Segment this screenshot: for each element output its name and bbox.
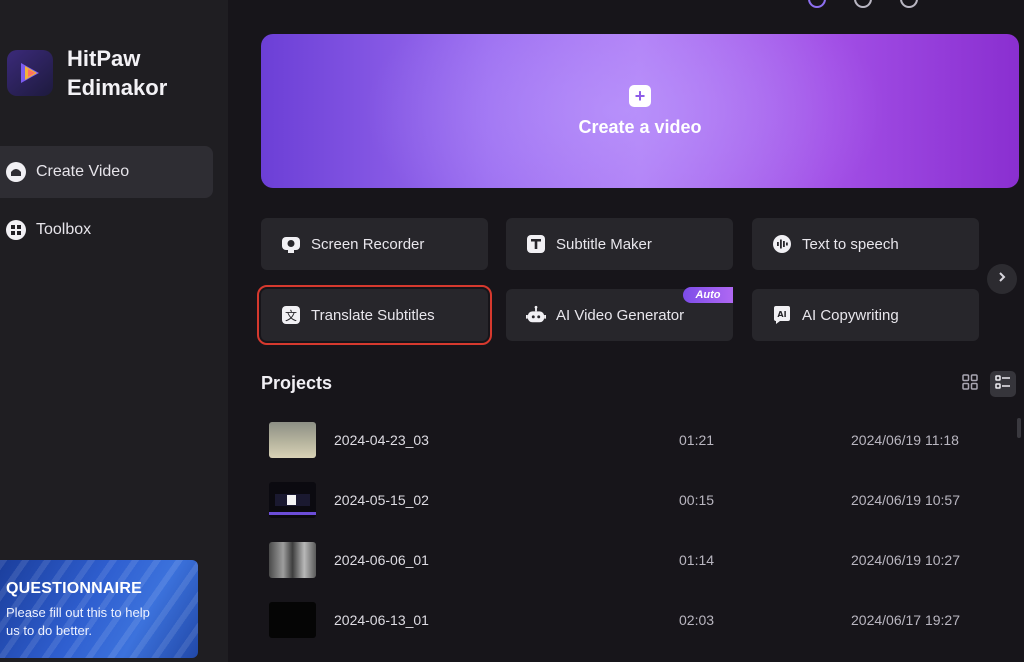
table-row[interactable]: 2024-05-15_02 00:15 2024/06/19 10:57 [269, 482, 1009, 522]
project-modified: 2024/06/17 19:27 [851, 612, 960, 628]
projects-heading: Projects [261, 373, 333, 393]
plus-icon: + [629, 84, 651, 107]
sidebar-item-toolbox[interactable]: Toolbox [0, 204, 213, 256]
table-row[interactable]: 2024-04-23_03 01:21 2024/06/19 11:18 [269, 422, 1009, 462]
translate-icon: 文 [281, 305, 301, 325]
brand-line1: HitPaw [67, 46, 141, 71]
toolbox-icon [4, 218, 28, 242]
questionnaire-title: QUESTIONNAIRE [6, 580, 142, 597]
grid-view-button[interactable] [957, 371, 983, 397]
brand[interactable]: HitPaw Edimakor [7, 44, 197, 102]
brand-line2: Edimakor [67, 75, 168, 100]
robot-icon [526, 305, 546, 325]
create-video-label: Create a video [578, 116, 702, 137]
translate-subtitles-button[interactable]: 文 Translate Subtitles [257, 285, 492, 345]
sidebar-item-label: Create Video [36, 163, 130, 180]
download-icon[interactable] [854, 0, 872, 8]
grid-view-icon [962, 373, 978, 395]
camera-icon [281, 234, 301, 254]
project-thumbnail [269, 542, 316, 578]
sidebar-item-create-video[interactable]: Create Video [0, 146, 213, 198]
chevron-right-icon [996, 270, 1008, 288]
audio-wave-icon [772, 234, 792, 254]
project-duration: 01:21 [679, 432, 715, 448]
shield-icon[interactable] [900, 0, 918, 8]
ai-copywriting-button[interactable]: AI AI Copywriting [752, 289, 979, 341]
project-duration: 02:03 [679, 612, 715, 628]
edimakor-logo-icon [7, 50, 53, 96]
top-toolbar [808, 0, 918, 8]
auto-badge: Auto [683, 287, 733, 303]
project-thumbnail [269, 422, 316, 458]
text-to-speech-button[interactable]: Text to speech [752, 218, 979, 270]
project-thumbnail [269, 602, 316, 638]
text-t-icon [526, 234, 546, 254]
tool-label: AI Copywriting [802, 306, 899, 324]
table-row[interactable]: 2024-06-06_01 01:14 2024/06/19 10:27 [269, 542, 1009, 582]
project-modified: 2024/06/19 10:57 [851, 492, 960, 508]
questionnaire-banner[interactable]: QUESTIONNAIRE Please fill out this to he… [0, 560, 198, 658]
project-thumbnail [269, 482, 316, 518]
create-video-button[interactable]: + Create a video [261, 34, 1019, 188]
svg-text:AI: AI [777, 310, 786, 319]
sidebar-item-label: Toolbox [36, 221, 92, 238]
project-duration: 01:14 [679, 552, 715, 568]
sidebar: HitPaw Edimakor Create Video Toolbox QUE… [0, 0, 228, 662]
brand-name: HitPaw Edimakor [67, 44, 197, 102]
project-name: 2024-04-23_03 [334, 432, 429, 448]
screen-recorder-button[interactable]: Screen Recorder [261, 218, 488, 270]
ai-icon: AI [772, 305, 792, 325]
list-view-icon [995, 374, 1011, 395]
home-icon [4, 160, 28, 184]
project-name: 2024-06-13_01 [334, 612, 429, 628]
project-name: 2024-06-06_01 [334, 552, 429, 568]
table-row[interactable]: 2024-06-13_01 02:03 2024/06/17 19:27 [269, 602, 1009, 642]
project-modified: 2024/06/19 10:27 [851, 552, 960, 568]
account-icon[interactable] [808, 0, 826, 8]
svg-text:文: 文 [285, 308, 297, 323]
tool-label: Subtitle Maker [556, 235, 652, 253]
tool-label: Translate Subtitles [311, 306, 435, 324]
next-tools-button[interactable] [987, 264, 1017, 294]
tool-label: Text to speech [802, 235, 899, 253]
list-view-button[interactable] [990, 371, 1016, 397]
ai-video-generator-button[interactable]: Auto AI Video Generator [506, 287, 733, 341]
project-duration: 00:15 [679, 492, 715, 508]
tool-label: Screen Recorder [311, 235, 425, 253]
scrollbar[interactable] [1017, 418, 1021, 438]
project-modified: 2024/06/19 11:18 [851, 432, 959, 448]
subtitle-maker-button[interactable]: Subtitle Maker [506, 218, 733, 270]
questionnaire-text: Please fill out this to help us to do be… [6, 605, 150, 638]
project-name: 2024-05-15_02 [334, 492, 429, 508]
tool-label: AI Video Generator [556, 306, 685, 324]
